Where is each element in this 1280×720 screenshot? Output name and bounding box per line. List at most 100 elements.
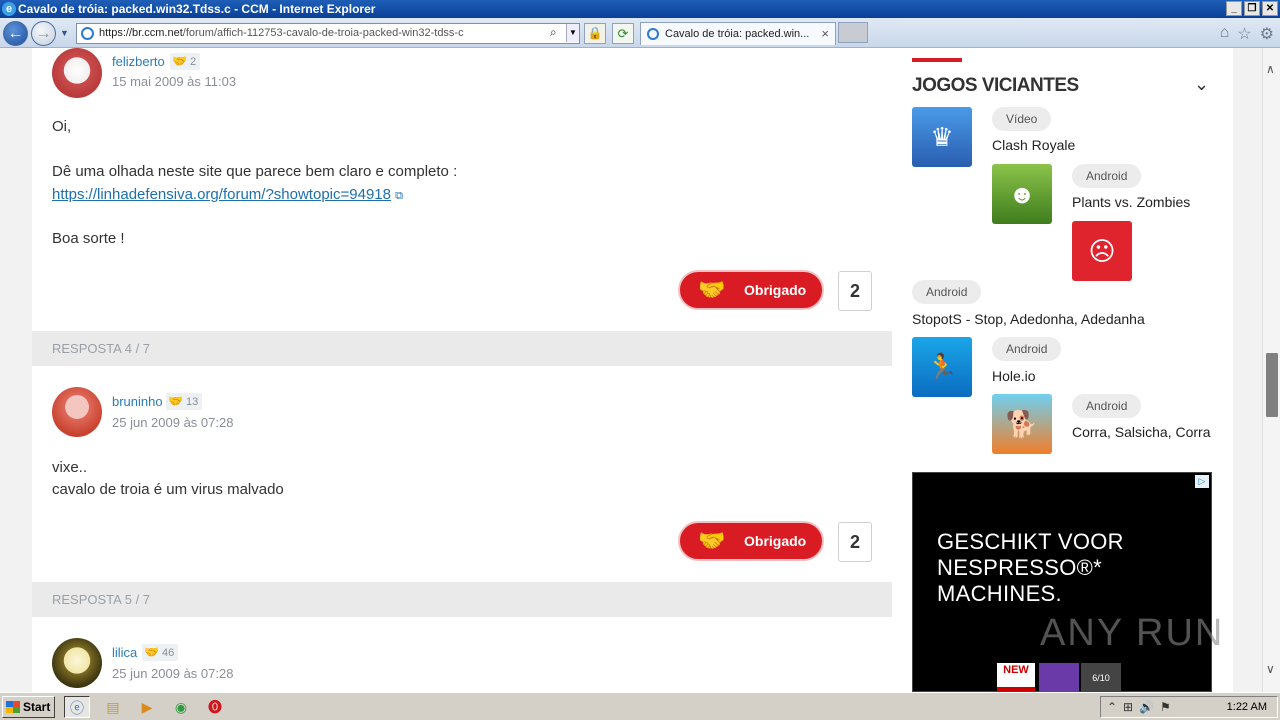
reputation-count: 2 [189,56,197,68]
game-tag[interactable]: Android [1072,394,1142,418]
username-link[interactable]: lilica [112,645,137,660]
avatar[interactable] [52,387,102,437]
ie-logo-icon: e [2,2,16,16]
browser-toolbar: ← → ▼ https://br.ccm.net/forum/affich-11… [0,18,1280,48]
game-name[interactable]: Hole.io [992,368,1036,384]
game-name[interactable]: Plants vs. Zombies [1072,194,1190,210]
ad-new-badge: NEW [997,663,1035,691]
back-button[interactable]: ← [3,21,28,46]
adchoices-icon[interactable]: ▷ [1195,475,1209,488]
reply-header: RESPOSTA 4 / 7 [32,331,892,366]
section-accent-line [912,58,962,62]
username-link[interactable]: bruninho [112,394,163,409]
thanks-button[interactable]: 🤝 Obrigado [678,521,824,561]
thanks-label: Obrigado [744,282,807,298]
window-title: Cavalo de tróia: packed.win32.Tdss.c - C… [18,2,376,16]
post-date: 15 mai 2009 às 11:03 [112,74,237,89]
lock-icon[interactable]: 🔒 [584,23,606,44]
tab-title: Cavalo de tróia: packed.win... [665,28,810,40]
media-player-icon[interactable]: ▶ [134,696,160,718]
post-body-line: Oi, [52,118,72,135]
thanks-button[interactable]: 🤝 Obrigado [678,270,824,310]
page-icon [81,27,94,40]
tab-close-icon[interactable]: × [821,23,829,45]
ad-headline: NESPRESSO®* MACHINES. [937,555,1103,606]
thanks-count: 2 [838,522,872,562]
url-host: https://br.ccm.net [99,27,183,39]
advertisement[interactable]: ▷ GESCHIKT VOOR NESPRESSO®* MACHINES. NE… [912,472,1212,692]
history-dropdown-icon[interactable]: ▼ [60,28,69,38]
explorer-folder-icon[interactable]: ▤ [100,696,126,718]
avatar[interactable] [52,638,102,688]
game-tag[interactable]: Android [992,337,1062,361]
ie-taskbar-icon[interactable]: ⓔ [64,696,90,718]
external-link[interactable]: https://linhadefensiva.org/forum/?showto… [52,186,391,203]
scroll-thumb[interactable] [1266,353,1278,417]
browser-tab[interactable]: Cavalo de tróia: packed.win... × [640,22,836,45]
ad-product-image: 6/10 [1081,663,1121,692]
restore-button[interactable]: ❐ [1244,1,1260,16]
post-body-line: vixe.. [52,459,88,476]
reputation-badge: 🤝 46 [142,644,179,661]
system-tray: ⌃⊞🔊⚑ 1:22 AM [1100,696,1278,718]
post-body-line: Dê uma olhada neste site que parece bem … [52,163,458,180]
favorites-star-icon[interactable]: ☆ [1237,24,1251,44]
sidebar-games: JOGOS VICIANTES ⌄ ♛ Vídeo Clash Royale ☻… [892,48,1233,692]
game-tag[interactable]: Android [1072,164,1142,188]
start-button[interactable]: Start [2,696,55,718]
tray-icons[interactable]: ⌃⊞🔊⚑ [1107,697,1177,717]
chevron-down-icon[interactable]: ⌄ [1194,74,1209,95]
handshake-icon: 🤝 [168,394,183,408]
windows-taskbar: Start ⓔ ▤ ▶ ◉ ⓿ ⌃⊞🔊⚑ 1:22 AM [0,692,1280,720]
plants-vs-zombies-icon[interactable]: ☻ [992,164,1052,224]
game-name[interactable]: StopotS - Stop, Adedonha, Adedanha [912,311,1145,327]
hole-io-icon[interactable]: 🏃 [912,337,972,397]
toolbar-icons: ⌂ ☆ ⚙ [1220,24,1274,44]
reputation-badge: 🤝 2 [170,53,201,70]
scroll-down-icon[interactable]: ∨ [1266,662,1275,676]
clash-royale-icon[interactable]: ♛ [912,107,972,167]
game-tag[interactable]: Android [912,280,982,304]
ad-product-image [1039,663,1079,692]
settings-gear-icon[interactable]: ⚙ [1260,24,1274,44]
thanks-label: Obrigado [744,533,807,549]
reputation-count: 13 [185,396,199,408]
search-icon[interactable]: ⌕ [550,25,557,40]
post-body-line: cavalo de troia é um virus malvado [52,481,284,498]
handshake-icon: 🤝 [144,645,159,659]
reputation-badge: 🤝 13 [166,393,203,410]
game-tag[interactable]: Vídeo [992,107,1052,131]
game-name[interactable]: Clash Royale [992,137,1075,153]
opera-icon[interactable]: ⓿ [202,696,228,718]
anyrun-watermark: ANY RUN [1040,612,1225,654]
chrome-icon[interactable]: ◉ [168,696,194,718]
vertical-scrollbar[interactable]: ∧ ∨ [1262,48,1280,692]
address-dropdown-icon[interactable]: ▼ [566,24,579,42]
url-path: /forum/affich-112753-cavalo-de-troia-pac… [182,27,464,39]
external-link-icon: ⧉ [395,190,403,202]
sidebar-title: JOGOS VICIANTES [912,75,1079,96]
reply-header: RESPOSTA 5 / 7 [32,582,892,617]
new-tab-button[interactable] [838,22,868,43]
post-date: 25 jun 2009 às 07:28 [112,415,234,430]
page-viewport: felizberto 🤝 2 15 mai 2009 às 11:03 Oi, D… [0,48,1262,692]
window-controls: _ ❐ ✕ [1226,1,1278,16]
home-icon[interactable]: ⌂ [1220,24,1230,44]
reputation-count: 46 [161,647,175,659]
thanks-count: 2 [838,271,872,311]
avatar[interactable] [52,48,102,98]
corra-salsicha-icon[interactable]: 🐕 [992,394,1052,454]
stopots-icon[interactable]: ☹ [1072,221,1132,281]
clock[interactable]: 1:22 AM [1227,697,1267,717]
address-bar[interactable]: https://br.ccm.net/forum/affich-112753-c… [76,23,580,44]
handshake-icon: 🤝 [172,54,187,68]
close-button[interactable]: ✕ [1262,1,1278,16]
post-body-line: Boa sorte ! [52,230,125,247]
scroll-up-icon[interactable]: ∧ [1266,62,1275,76]
forum-thread: felizberto 🤝 2 15 mai 2009 às 11:03 Oi, D… [32,48,892,692]
game-name[interactable]: Corra, Salsicha, Corra [1072,424,1211,440]
forward-button[interactable]: → [31,21,56,46]
minimize-button[interactable]: _ [1226,1,1242,16]
username-link[interactable]: felizberto [112,54,165,69]
refresh-icon[interactable]: ⟳ [612,23,634,44]
